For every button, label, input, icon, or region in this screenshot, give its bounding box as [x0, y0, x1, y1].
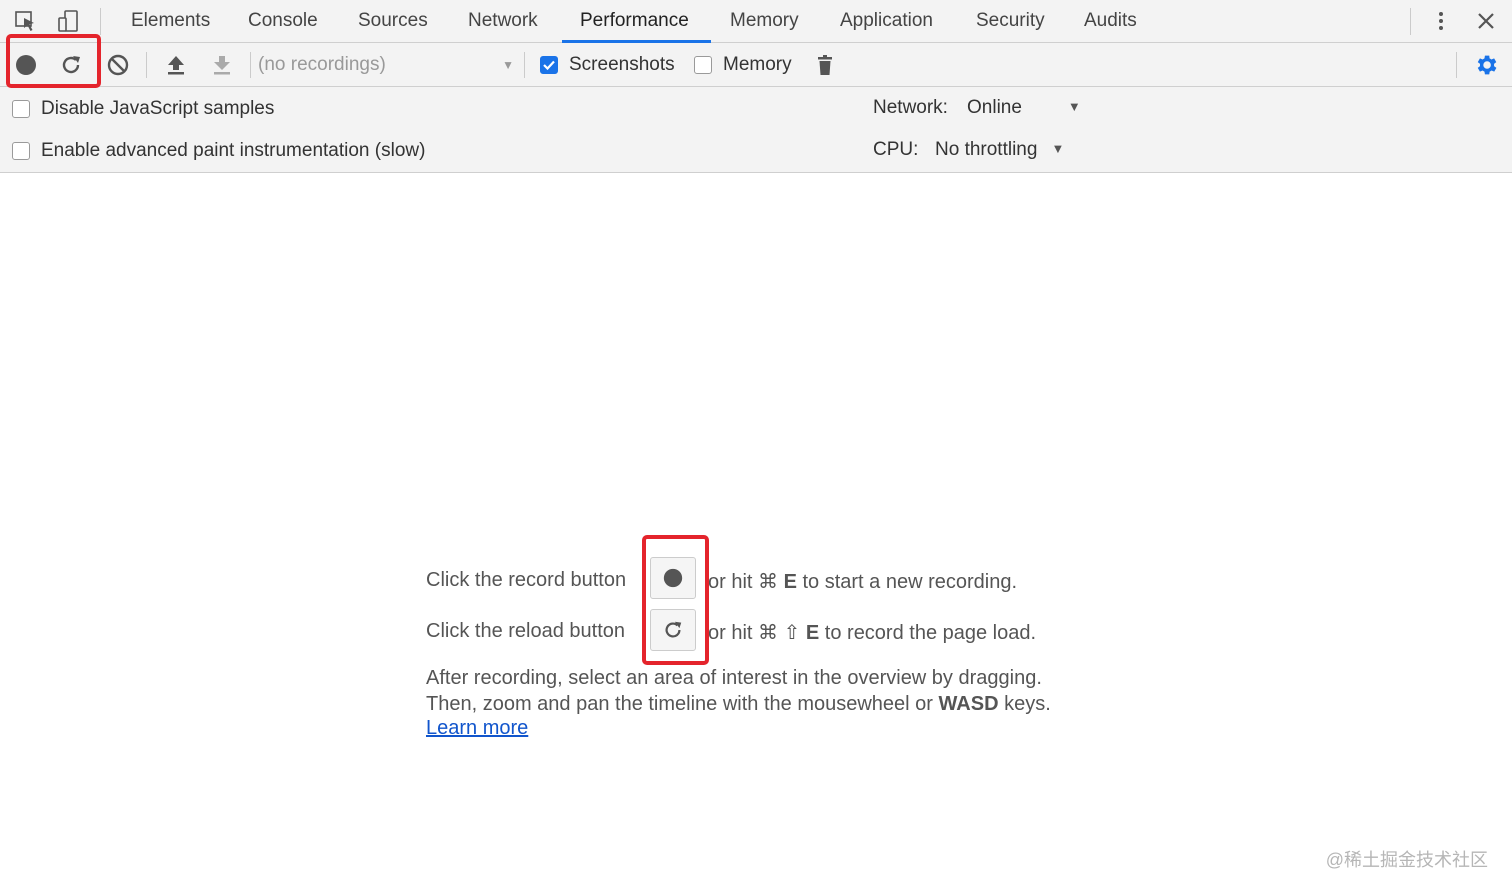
- network-throttle-select[interactable]: Online ▼: [967, 97, 1081, 119]
- learn-more-link[interactable]: Learn more: [426, 717, 528, 739]
- tab-console[interactable]: Console: [248, 0, 318, 43]
- chevron-down-icon: ▼: [1067, 99, 1081, 114]
- network-throttle: Network:: [873, 97, 948, 119]
- wasd-key: WASD: [938, 693, 999, 715]
- upload-icon: [168, 56, 184, 75]
- performance-toolbar: (no recordings) ▼ Screenshots Memory: [0, 43, 1512, 87]
- memory-label: Memory: [723, 54, 792, 75]
- save-profile-button[interactable]: [208, 52, 236, 78]
- divider: [250, 52, 251, 78]
- gear-icon: [1477, 55, 1497, 75]
- tab-performance[interactable]: Performance: [580, 0, 689, 43]
- collect-garbage-button[interactable]: [811, 52, 839, 78]
- disable-js-samples-label: Disable JavaScript samples: [41, 98, 275, 119]
- tab-sources[interactable]: Sources: [358, 0, 428, 43]
- reload-instruction-post: or hit ⌘ ⇧ E to record the page load.: [708, 620, 1036, 645]
- capture-settings-button[interactable]: [1472, 52, 1500, 78]
- clear-button[interactable]: [104, 52, 132, 78]
- divider: [524, 52, 525, 78]
- zoom-pan-suffix: keys.: [998, 693, 1051, 715]
- zoom-pan-prefix: Then, zoom and pan the timeline with the…: [426, 693, 939, 715]
- reload-instruction-pre: Click the reload button: [426, 620, 626, 642]
- record-shortcut-prefix: or hit ⌘: [708, 571, 784, 593]
- clear-icon: [107, 54, 129, 76]
- record-instruction-pre: Click the record button: [426, 569, 627, 591]
- tab-network[interactable]: Network: [468, 0, 538, 43]
- record-shortcut-key: E: [783, 571, 797, 593]
- recordings-select[interactable]: (no recordings) ▼: [258, 50, 518, 80]
- record-instruction-post: or hit ⌘ E to start a new recording.: [708, 569, 1017, 594]
- tab-memory[interactable]: Memory: [730, 0, 799, 43]
- divider: [1456, 52, 1457, 78]
- cpu-throttle: CPU:: [873, 139, 918, 161]
- divider: [100, 8, 101, 35]
- cpu-label: CPU:: [873, 139, 919, 160]
- network-label: Network:: [873, 97, 948, 118]
- trash-icon: [818, 55, 832, 75]
- network-value: Online: [967, 97, 1022, 118]
- reload-shortcut-key: E: [805, 622, 820, 644]
- record-instruction-suffix: to start a new recording.: [796, 571, 1018, 593]
- load-profile-button[interactable]: [162, 52, 190, 78]
- tab-elements[interactable]: Elements: [131, 0, 210, 43]
- divider: [146, 52, 147, 78]
- cpu-throttle-select[interactable]: No throttling ▼: [935, 139, 1064, 161]
- recordings-select-value: (no recordings): [258, 54, 386, 75]
- tab-security[interactable]: Security: [976, 0, 1045, 43]
- cpu-value: No throttling: [935, 139, 1038, 160]
- checkbox-unchecked[interactable]: [12, 142, 30, 160]
- chevron-down-icon: ▼: [1051, 141, 1065, 156]
- after-recording-text: After recording, select an area of inter…: [426, 667, 1042, 689]
- advanced-paint-checkbox[interactable]: Enable advanced paint instrumentation (s…: [12, 140, 425, 162]
- memory-checkbox[interactable]: Memory: [694, 54, 792, 76]
- devtools-tab-bar: Elements Console Sources Network Perform…: [0, 0, 1512, 43]
- reload-shortcut-prefix: or hit ⌘ ⇧: [708, 622, 806, 644]
- checkbox-unchecked[interactable]: [694, 56, 712, 74]
- advanced-paint-label: Enable advanced paint instrumentation (s…: [41, 140, 426, 161]
- download-icon: [214, 56, 230, 75]
- checkbox-unchecked[interactable]: [12, 100, 30, 118]
- tab-audits[interactable]: Audits: [1084, 0, 1137, 43]
- highlight-box: [642, 535, 709, 665]
- disable-js-samples-checkbox[interactable]: Disable JavaScript samples: [12, 98, 274, 120]
- checkbox-checked[interactable]: [540, 56, 558, 74]
- close-icon[interactable]: [1473, 8, 1499, 34]
- screenshots-label: Screenshots: [569, 54, 675, 75]
- reload-instruction-suffix: to record the page load.: [819, 622, 1037, 644]
- highlight-box: [6, 34, 101, 88]
- zoom-pan-text: Then, zoom and pan the timeline with the…: [426, 693, 1051, 716]
- screenshots-checkbox[interactable]: Screenshots: [540, 54, 675, 76]
- tab-application[interactable]: Application: [840, 0, 933, 43]
- capture-settings-pane: Disable JavaScript samples Enable advanc…: [0, 87, 1512, 173]
- device-toggle-icon[interactable]: [55, 8, 81, 34]
- divider: [1410, 8, 1411, 35]
- watermark: @稀土掘金技术社区: [1325, 850, 1488, 870]
- more-vert-icon[interactable]: [1428, 8, 1454, 34]
- chevron-down-icon: ▼: [502, 58, 514, 72]
- check-icon: [543, 60, 555, 71]
- inspect-icon[interactable]: [13, 8, 39, 34]
